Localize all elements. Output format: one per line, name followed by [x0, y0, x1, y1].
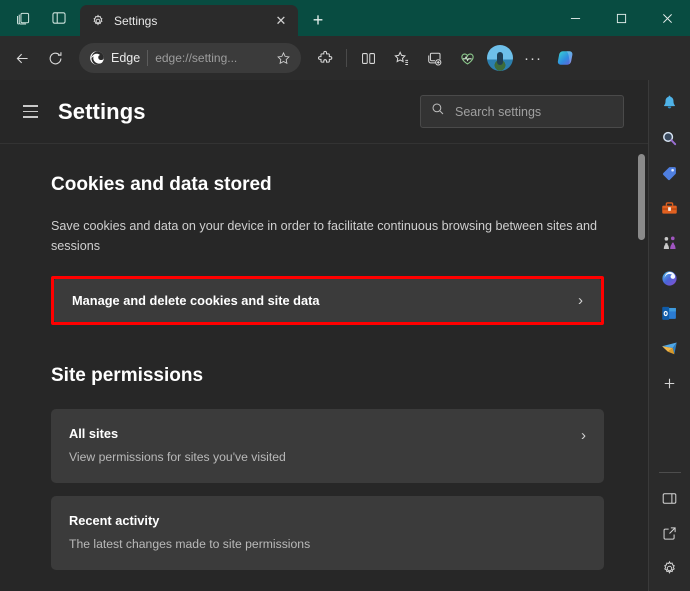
site-label: Edge [111, 51, 141, 65]
tab-actions-icon[interactable] [42, 3, 76, 33]
section-title: Cookies and data stored [51, 174, 272, 195]
section-description: Save cookies and data on your device in … [51, 219, 598, 253]
manage-and-delete-cookies-card[interactable]: Manage and delete cookies and site data … [54, 279, 601, 322]
star-icon[interactable] [271, 46, 295, 70]
card-title: Manage and delete cookies and site data [72, 293, 320, 308]
toolbar-divider [346, 49, 347, 67]
notifications-bell-icon[interactable] [653, 86, 687, 120]
rail-divider [658, 472, 681, 473]
highlight-box: Manage and delete cookies and site data … [51, 276, 604, 325]
profile-avatar[interactable] [484, 42, 516, 74]
edge-sidebar-rail [648, 80, 690, 591]
chevron-right-icon [576, 513, 586, 514]
address-divider [147, 50, 149, 66]
close-window-button[interactable] [644, 0, 690, 36]
site-permissions-card-list: All sites View permissions for sites you… [51, 409, 604, 570]
games-icon[interactable] [653, 226, 687, 260]
all-sites-card[interactable]: All sites View permissions for sites you… [51, 409, 604, 483]
card-title: Recent activity [69, 513, 160, 528]
paper-plane-icon[interactable] [653, 331, 687, 365]
page-title: Settings [58, 98, 146, 124]
extensions-icon[interactable] [309, 42, 341, 74]
copilot-icon[interactable] [653, 261, 687, 295]
copilot-icon[interactable] [550, 42, 582, 74]
scrollbar-thumb[interactable] [638, 154, 645, 240]
more-options-button[interactable]: ··· [517, 42, 549, 74]
section-site-permissions: Site permissions All sites View permissi… [51, 365, 604, 570]
edge-site-badge: Edge [89, 50, 140, 66]
section-title: Site permissions [51, 365, 204, 386]
collections-icon[interactable] [418, 42, 450, 74]
edge-logo-icon [90, 51, 104, 65]
title-bar: Settings ✕ + [0, 0, 690, 36]
chevron-right-icon: › [578, 292, 583, 309]
maximize-button[interactable] [598, 0, 644, 36]
page-scrollbar[interactable] [638, 144, 645, 591]
search-icon[interactable] [653, 121, 687, 155]
avatar [487, 45, 513, 71]
minimize-button[interactable] [552, 0, 598, 36]
split-screen-icon[interactable] [352, 42, 384, 74]
copilot-glyph [557, 51, 573, 65]
tab-title: Settings [114, 13, 158, 28]
new-tab-button[interactable]: + [303, 5, 333, 35]
recent-activity-card[interactable]: Recent activity The latest changes made … [51, 496, 604, 570]
section-cookies-and-data: Cookies and data stored Save cookies and… [51, 174, 604, 325]
card-subtitle: View permissions for sites you've visite… [69, 450, 286, 464]
open-in-new-window-icon[interactable] [653, 516, 687, 550]
back-button[interactable] [6, 42, 38, 74]
card-text: Manage and delete cookies and site data [72, 293, 568, 308]
toggle-sidebar-icon[interactable] [653, 481, 687, 515]
card-subtitle: The latest changes made to site permissi… [69, 537, 311, 551]
chevron-right-icon: › [581, 427, 586, 444]
url-text[interactable]: edge://setting... [155, 51, 264, 65]
search-input[interactable] [455, 104, 616, 119]
add-sidebar-app-icon[interactable] [653, 366, 687, 400]
card-text: All sites View permissions for sites you… [69, 426, 571, 464]
card-title: All sites [69, 426, 119, 441]
browser-toolbar: Edge edge://setting... ··· [0, 36, 690, 80]
hamburger-menu-icon[interactable] [14, 96, 46, 128]
workspaces-icon[interactable] [6, 3, 40, 33]
address-bar[interactable]: Edge edge://setting... [79, 43, 301, 73]
window-controls [552, 0, 690, 36]
card-text: Recent activity The latest changes made … [69, 513, 576, 551]
browser-essentials-icon[interactable] [451, 42, 483, 74]
settings-page: Settings Cookies and data stored Save co… [0, 80, 648, 591]
browser-body: Settings Cookies and data stored Save co… [0, 80, 690, 591]
settings-content: Cookies and data stored Save cookies and… [0, 144, 648, 591]
browser-window: Settings ✕ + Edge edge://setting... ··· … [0, 0, 690, 591]
close-tab-icon[interactable]: ✕ [270, 10, 292, 32]
settings-page-header: Settings [0, 80, 648, 144]
gear-icon [90, 13, 106, 29]
tools-toolbox-icon[interactable] [653, 191, 687, 225]
search-icon [431, 102, 445, 121]
outlook-icon[interactable] [653, 296, 687, 330]
sidebar-settings-gear-icon[interactable] [653, 551, 687, 585]
shopping-tag-icon[interactable] [653, 156, 687, 190]
search-settings-box[interactable] [420, 95, 624, 128]
title-bar-left-controls [0, 0, 76, 36]
refresh-button[interactable] [39, 42, 71, 74]
browser-tab-settings[interactable]: Settings ✕ [80, 5, 298, 36]
favorites-icon[interactable] [385, 42, 417, 74]
